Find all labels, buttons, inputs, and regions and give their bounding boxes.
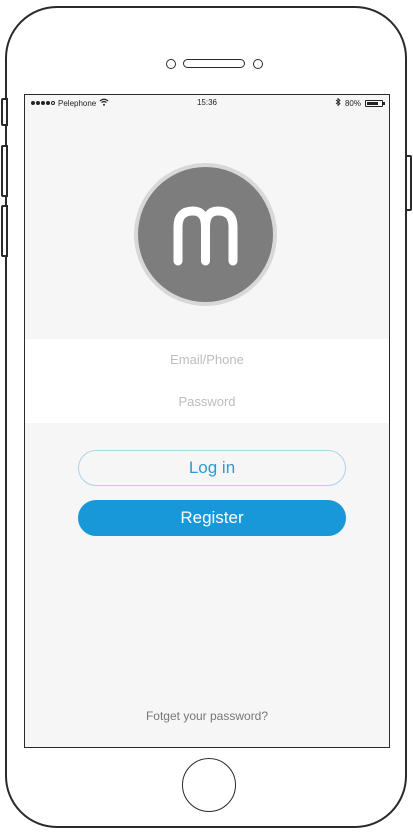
m-logo-icon (173, 206, 238, 266)
status-bar: Pelephone 15:36 80% (25, 95, 389, 111)
earpiece-speaker (183, 59, 245, 68)
battery-icon (365, 99, 385, 107)
app-screen: Pelephone 15:36 80% Email/Phone Password… (24, 94, 390, 748)
forgot-password-link[interactable]: Fotget your password? (25, 709, 389, 723)
register-button[interactable]: Register (78, 500, 346, 536)
bluetooth-icon (335, 97, 341, 108)
power-button (405, 155, 412, 211)
mute-switch (1, 98, 8, 126)
password-input[interactable]: Password (25, 381, 389, 423)
home-button[interactable] (182, 758, 236, 812)
login-form: Email/Phone Password (25, 339, 389, 423)
front-camera (166, 59, 176, 69)
app-logo (138, 167, 273, 302)
volume-up-button (1, 145, 8, 197)
email-phone-input[interactable]: Email/Phone (25, 339, 389, 381)
proximity-sensor (253, 59, 263, 69)
battery-percentage: 80% (344, 98, 361, 108)
volume-down-button (1, 205, 8, 257)
login-button[interactable]: Log in (78, 450, 346, 486)
